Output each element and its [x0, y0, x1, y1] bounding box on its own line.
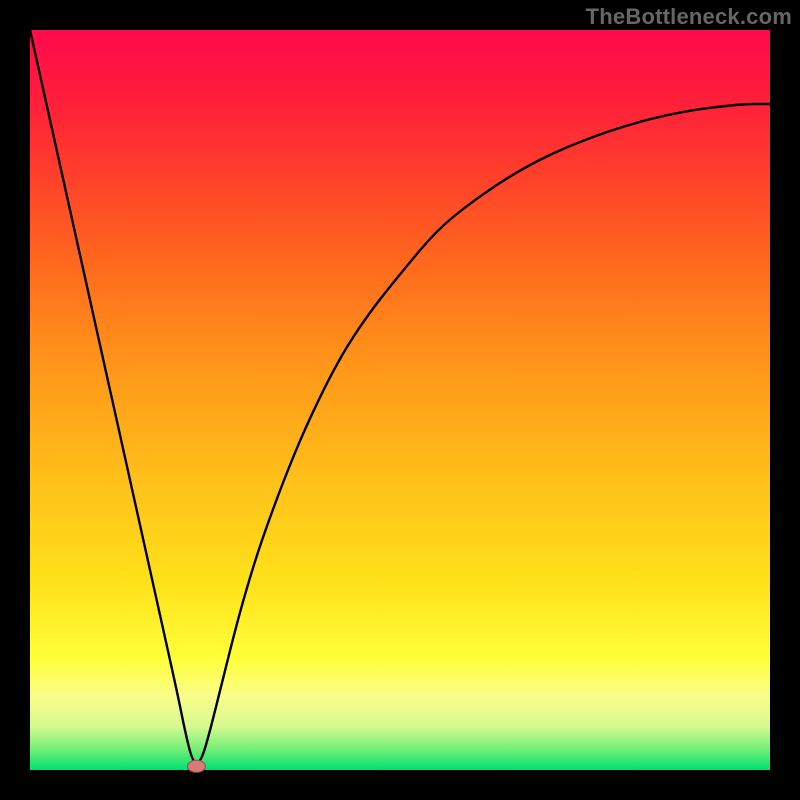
chart-svg — [30, 30, 770, 770]
chart-frame: TheBottleneck.com — [0, 0, 800, 800]
plot-area — [30, 30, 770, 770]
attribution-label: TheBottleneck.com — [586, 4, 792, 30]
bottleneck-curve — [30, 30, 770, 763]
optimum-marker — [188, 760, 206, 772]
